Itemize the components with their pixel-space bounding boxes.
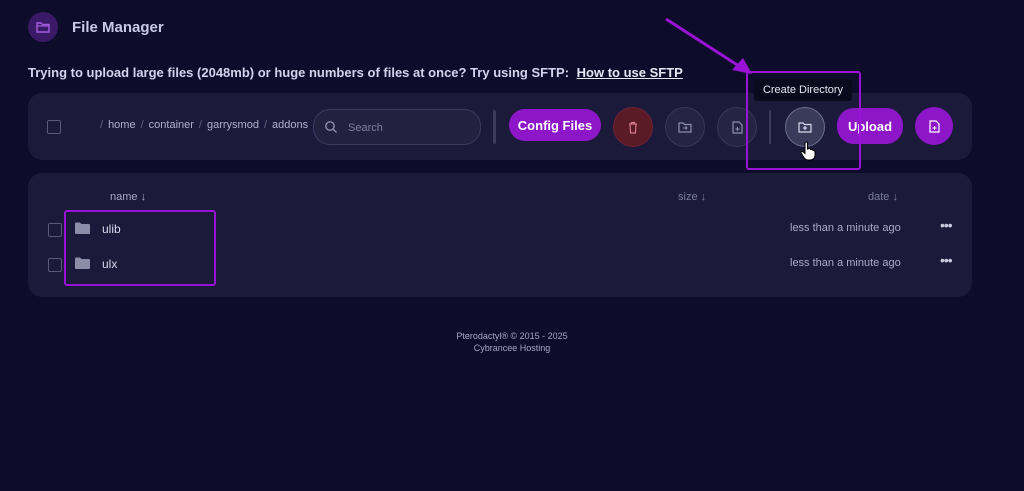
folder-icon (28, 12, 58, 42)
page-title: File Manager (72, 18, 164, 36)
file-plus-icon (928, 119, 940, 133)
sftp-notice-text: Trying to upload large files (2048mb) or… (28, 65, 570, 80)
new-file-purple-button[interactable] (915, 107, 953, 145)
file-date: less than a minute ago (790, 257, 901, 269)
folder-move-icon (678, 122, 692, 133)
file-icon (731, 120, 743, 134)
breadcrumb-garrysmod[interactable]: garrysmod (207, 119, 259, 131)
folders-highlight (64, 210, 216, 286)
search-input[interactable] (346, 118, 470, 138)
more-options-icon[interactable]: ••• (940, 217, 953, 233)
page-header: File Manager (28, 12, 164, 42)
breadcrumb-home[interactable]: home (108, 119, 136, 131)
breadcrumb: / home / container / garrysmod / addons (100, 119, 309, 131)
column-header-name[interactable]: name ↓ (110, 191, 146, 203)
breadcrumb-addons[interactable]: addons (272, 119, 308, 131)
move-button[interactable] (665, 107, 705, 147)
footer-host: Cybrancee Hosting (473, 343, 551, 353)
toolbar-divider (493, 110, 496, 144)
column-header-date[interactable]: date ↓ (868, 191, 898, 203)
create-directory-highlight (746, 71, 861, 170)
trash-icon (629, 121, 637, 134)
row-checkbox[interactable] (48, 223, 62, 237)
footer-copyright: Pterodactyl® © 2015 - 2025 (456, 331, 568, 341)
select-all-checkbox[interactable] (47, 120, 61, 134)
delete-button[interactable] (613, 107, 653, 147)
footer: Pterodactyl® © 2015 - 2025 Cybrancee Hos… (0, 330, 1024, 354)
column-header-size[interactable]: size ↓ (678, 191, 706, 203)
annotation-arrow (665, 17, 752, 74)
file-date: less than a minute ago (790, 222, 901, 234)
search-box[interactable] (313, 109, 481, 145)
row-checkbox[interactable] (48, 258, 62, 272)
breadcrumb-container[interactable]: container (149, 119, 194, 131)
search-icon (324, 120, 338, 139)
sftp-notice: Trying to upload large files (2048mb) or… (28, 65, 683, 80)
more-options-icon[interactable]: ••• (940, 252, 953, 268)
config-files-button[interactable]: Config Files (509, 109, 601, 141)
